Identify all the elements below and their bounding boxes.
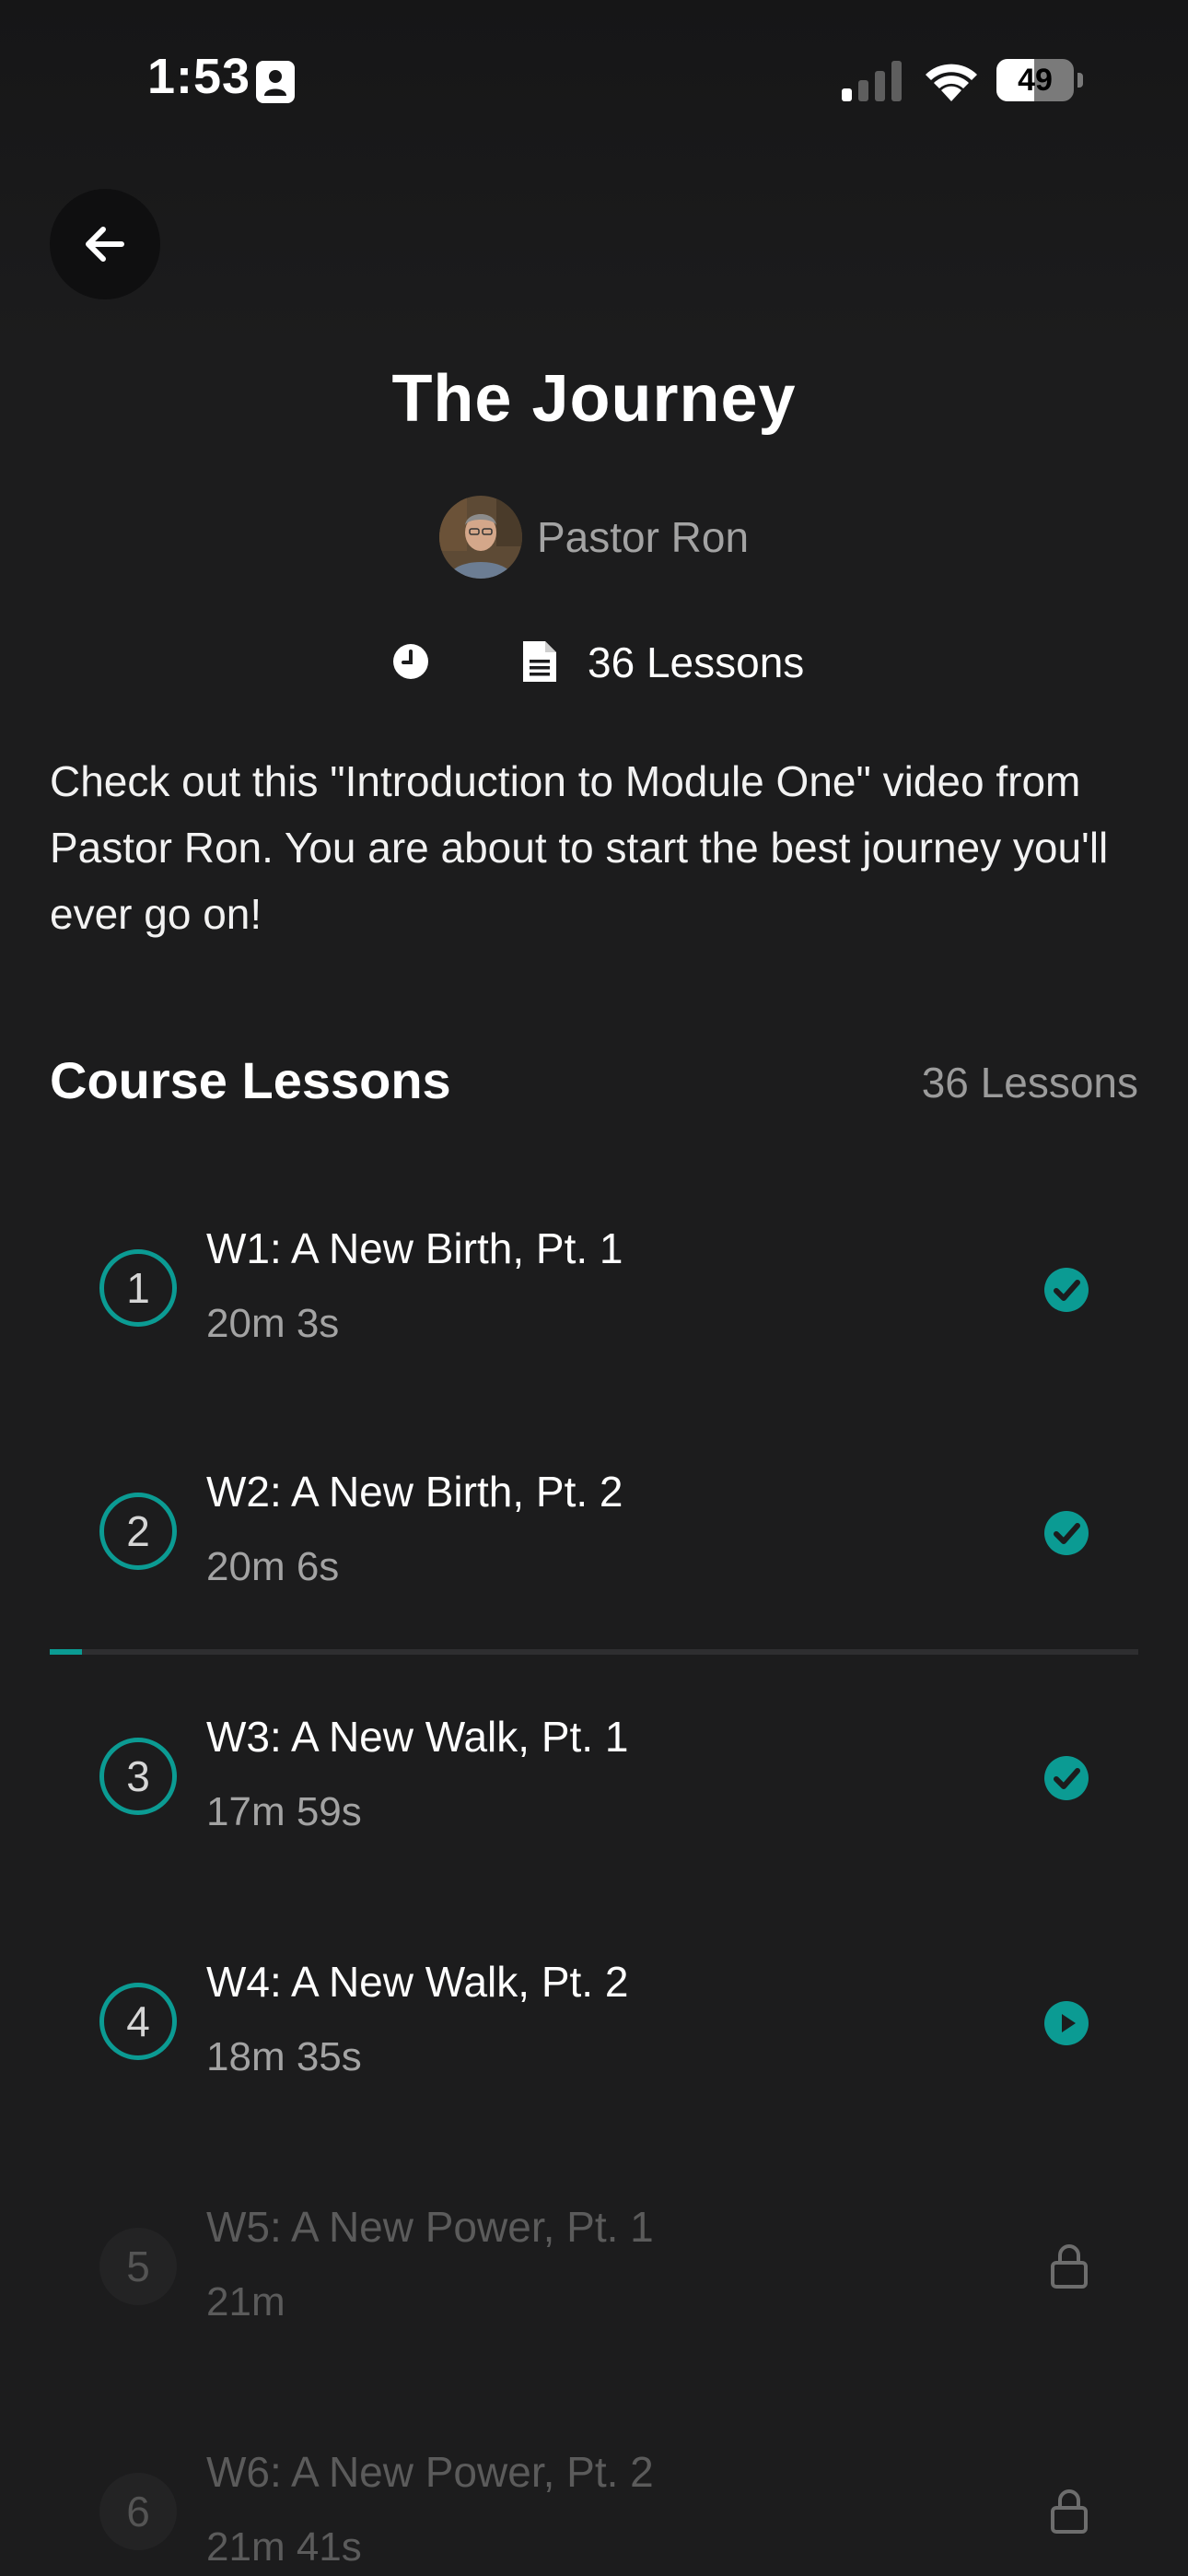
lesson-number: 2: [99, 1493, 177, 1570]
lesson-item[interactable]: 1 W1: A New Birth, Pt. 1 20m 3s: [50, 1188, 1138, 1400]
lesson-number: 1: [99, 1249, 177, 1327]
author-row[interactable]: Pastor Ron: [0, 496, 1188, 579]
course-detail-screen: 1:53 49 The Journey Pastor Ron 36 Lesson…: [0, 0, 1188, 2576]
lesson-item[interactable]: 4 W4: A New Walk, Pt. 2 18m 35s: [50, 1922, 1138, 2134]
lesson-title: W4: A New Walk, Pt. 2: [206, 1958, 629, 2006]
author-avatar: [438, 496, 522, 579]
lesson-duration: 18m 35s: [206, 2034, 362, 2079]
contact-card-icon: [256, 61, 295, 103]
check-circle-icon: [1044, 1756, 1089, 1800]
battery-body: 49: [996, 59, 1074, 101]
wifi-icon: [926, 64, 977, 101]
back-button[interactable]: [50, 189, 160, 299]
status-bar: 1:53 49: [0, 0, 1188, 157]
lesson-number: 4: [99, 1983, 177, 2060]
lock-icon: [1051, 2489, 1088, 2534]
play-circle-icon[interactable]: [1044, 2001, 1089, 2045]
lesson-title: W6: A New Power, Pt. 2: [206, 2448, 654, 2496]
course-progress-fill: [50, 1649, 83, 1655]
battery-tip: [1077, 73, 1083, 88]
lesson-title: W3: A New Walk, Pt. 1: [206, 1713, 629, 1761]
document-icon: [523, 641, 556, 682]
lesson-duration: 21m: [206, 2279, 285, 2324]
section-title: Course Lessons: [50, 1051, 451, 1109]
avatar-image: [438, 496, 522, 579]
lesson-title: W5: A New Power, Pt. 1: [206, 2203, 654, 2251]
cellular-signal-icon: [842, 61, 902, 101]
lesson-duration: 20m 6s: [206, 1544, 340, 1589]
course-progress-bar: [50, 1649, 1138, 1655]
lesson-number: 5: [99, 2228, 177, 2305]
battery-percent: 49: [1018, 63, 1053, 98]
lesson-duration: 17m 59s: [206, 1789, 362, 1834]
lessons-count: 36 Lessons: [588, 638, 805, 686]
lesson-number: 3: [99, 1738, 177, 1815]
check-circle-icon: [1044, 1268, 1089, 1312]
check-circle-icon: [1044, 1511, 1089, 1555]
lock-icon: [1051, 2244, 1088, 2289]
lesson-item-locked[interactable]: 6 W6: A New Power, Pt. 2 21m 41s: [50, 2412, 1138, 2576]
status-time: 1:53: [147, 49, 251, 104]
lesson-item[interactable]: 2 W2: A New Birth, Pt. 2 20m 6s: [50, 1434, 1138, 1645]
arrow-left-icon: [86, 227, 124, 262]
course-title: The Journey: [391, 362, 797, 436]
lesson-number: 6: [99, 2473, 177, 2550]
lesson-title: W1: A New Birth, Pt. 1: [206, 1224, 623, 1272]
lesson-title: W2: A New Birth, Pt. 2: [206, 1468, 623, 1516]
lesson-item-locked[interactable]: 5 W5: A New Power, Pt. 1 21m: [50, 2167, 1138, 2379]
lesson-duration: 20m 3s: [206, 1301, 340, 1346]
author-name: Pastor Ron: [536, 513, 750, 561]
clock-icon: [393, 644, 428, 679]
lesson-duration: 21m 41s: [206, 2524, 362, 2570]
section-lessons-count: 36 Lessons: [921, 1059, 1138, 1107]
lesson-item[interactable]: 3 W3: A New Walk, Pt. 1 17m 59s: [50, 1677, 1138, 1889]
battery-indicator: 49: [996, 59, 1083, 101]
course-description: Check out this "Introduction to Module O…: [50, 757, 1109, 938]
